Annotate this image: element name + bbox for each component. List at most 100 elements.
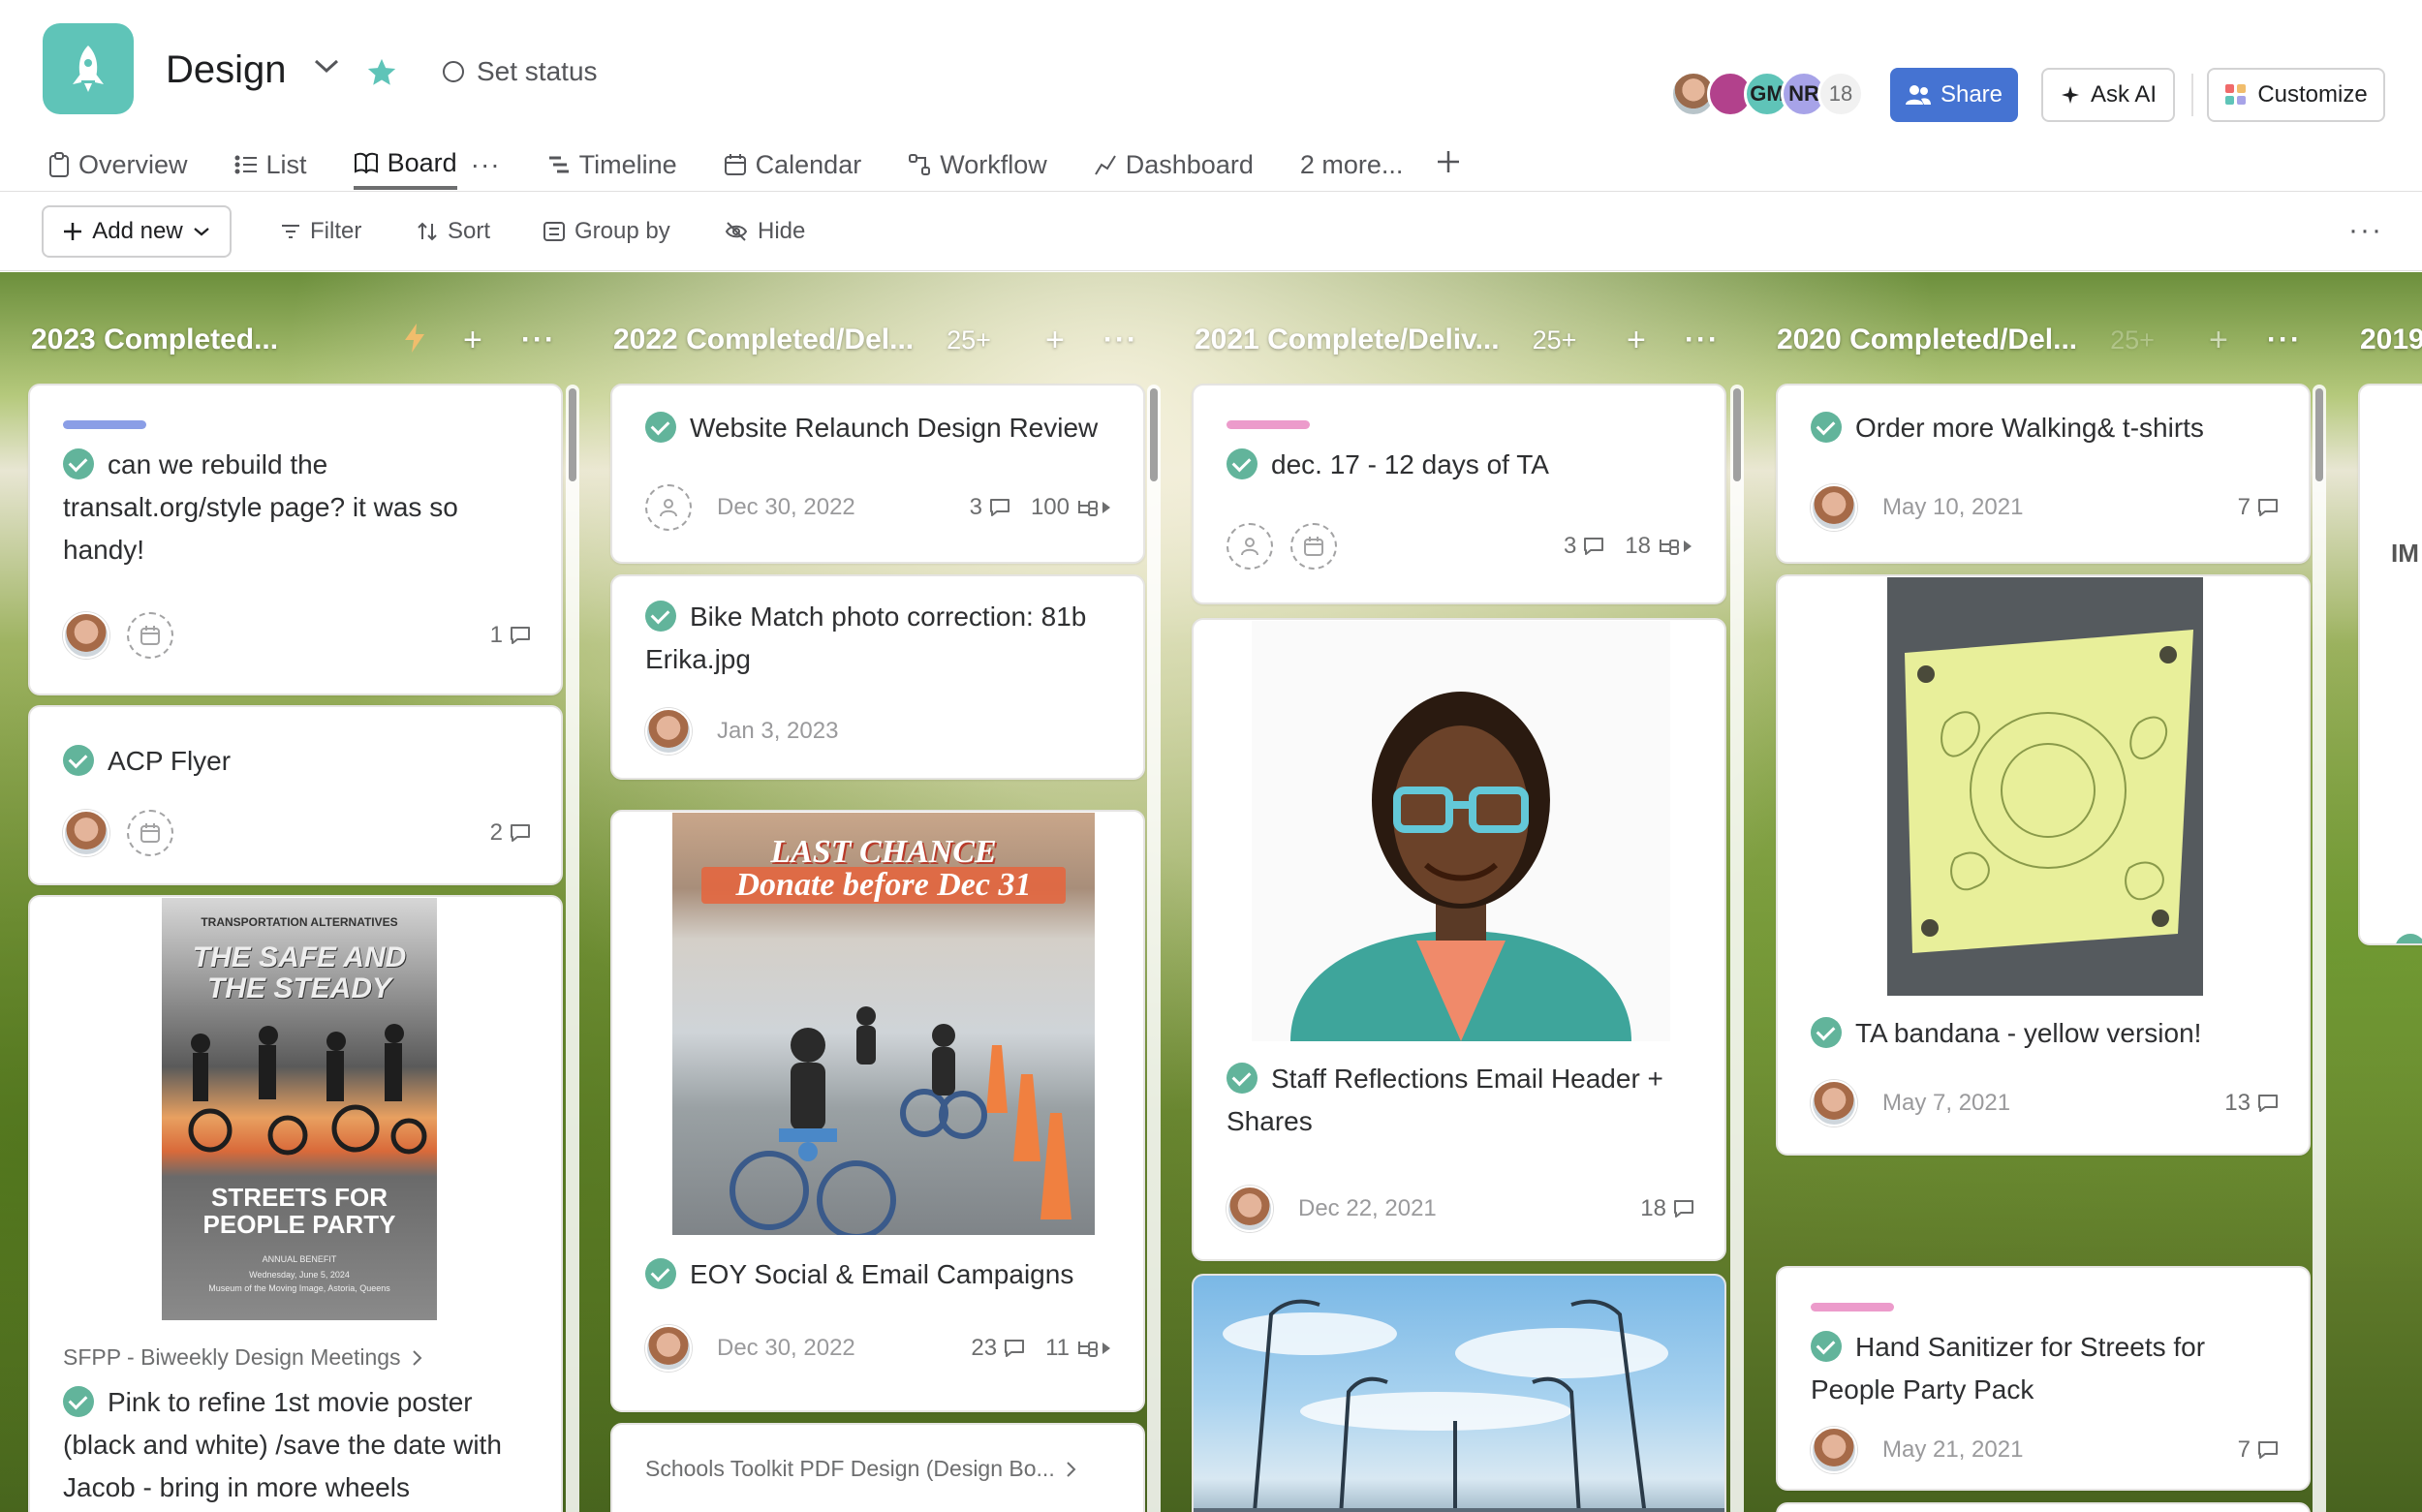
- check-circle-icon[interactable]: [1227, 448, 1258, 479]
- project-title[interactable]: Design: [166, 48, 287, 92]
- comment-count[interactable]: 18: [1640, 1195, 1695, 1222]
- tab-timeline[interactable]: Timeline: [547, 139, 677, 190]
- more-options-button[interactable]: ···: [2348, 214, 2383, 247]
- comment-count[interactable]: 7: [2238, 1436, 2280, 1464]
- add-tab-icon[interactable]: [1436, 149, 1461, 181]
- check-circle-icon[interactable]: [1227, 1063, 1258, 1094]
- assignee-avatar[interactable]: [1811, 1427, 1857, 1473]
- column-scrollbar[interactable]: [1147, 385, 1161, 1512]
- add-task-icon[interactable]: +: [463, 322, 482, 359]
- assignee-avatar[interactable]: [1227, 1186, 1273, 1232]
- column-header[interactable]: 2022 Completed/Del... 25+ + ···: [613, 321, 1156, 359]
- comment-count[interactable]: 1: [490, 622, 532, 649]
- task-title[interactable]: TA bandana - yellow version!: [1811, 1012, 2280, 1055]
- unassigned-person-icon[interactable]: [1227, 523, 1273, 570]
- assignee-avatar[interactable]: [63, 810, 109, 856]
- due-date[interactable]: Jan 3, 2023: [717, 718, 838, 745]
- task-card[interactable]: Schools Toolkit PDF Design (Design Bo...: [610, 1423, 1145, 1512]
- tab-options-button[interactable]: ···: [471, 149, 501, 180]
- column-menu-icon[interactable]: ···: [1103, 324, 1138, 356]
- task-title[interactable]: Hand Sanitizer for Streets for People Pa…: [1811, 1326, 2280, 1411]
- check-circle-icon[interactable]: [645, 412, 676, 443]
- task-title[interactable]: Bike Match photo correction: 81b Erika.j…: [645, 596, 1114, 681]
- task-title[interactable]: dec. 17 - 12 days of TA: [1227, 444, 1695, 486]
- task-title[interactable]: Pink to refine 1st movie poster (black a…: [63, 1381, 532, 1509]
- task-card[interactable]: TA bandana - yellow version! May 7, 2021…: [1776, 574, 2311, 1156]
- filter-button[interactable]: Filter: [281, 218, 361, 245]
- tab-more[interactable]: 2 more...: [1300, 139, 1404, 190]
- task-card[interactable]: LAST CHANCE Donate before Dec 31 EOY Soc…: [610, 810, 1145, 1412]
- ask-ai-button[interactable]: Ask AI: [2041, 68, 2175, 122]
- due-date[interactable]: May 7, 2021: [1882, 1090, 2010, 1117]
- check-circle-icon[interactable]: [645, 1258, 676, 1289]
- member-avatars[interactable]: GM NR 18: [1670, 71, 1864, 117]
- subtask-count[interactable]: 11: [1045, 1335, 1114, 1362]
- comment-count[interactable]: 3: [1564, 533, 1605, 560]
- task-title[interactable]: EOY Social & Email Campaigns: [645, 1253, 1114, 1296]
- member-count[interactable]: 18: [1817, 71, 1864, 117]
- task-title[interactable]: can we rebuild the transalt.org/style pa…: [63, 444, 532, 571]
- task-card[interactable]: ACP Flyer 2: [28, 705, 563, 885]
- comment-count[interactable]: 3: [970, 494, 1011, 521]
- check-circle-icon[interactable]: [645, 601, 676, 632]
- group-by-button[interactable]: Group by: [543, 218, 670, 245]
- comment-count[interactable]: 23: [971, 1335, 1026, 1362]
- task-card[interactable]: Hand Sanitizer for Streets for People Pa…: [1776, 1266, 2311, 1491]
- due-date[interactable]: Dec 22, 2021: [1298, 1195, 1437, 1222]
- tab-workflow[interactable]: Workflow: [908, 139, 1047, 190]
- lightning-icon[interactable]: [403, 323, 426, 361]
- due-date-calendar-icon[interactable]: [1290, 523, 1337, 570]
- customize-button[interactable]: Customize: [2207, 68, 2385, 122]
- rocket-icon[interactable]: [43, 23, 134, 114]
- parent-task-link[interactable]: Schools Toolkit PDF Design (Design Bo...: [645, 1456, 1076, 1482]
- task-card[interactable]: IM: [2358, 384, 2422, 945]
- due-date-calendar-icon[interactable]: [127, 810, 173, 856]
- column-header[interactable]: 2021 Complete/Deliv... 25+ + ···: [1195, 321, 1737, 359]
- check-circle-icon[interactable]: [1811, 1331, 1842, 1362]
- check-circle-icon[interactable]: [63, 745, 94, 776]
- assignee-avatar[interactable]: [645, 708, 692, 755]
- column-menu-icon[interactable]: ···: [2267, 324, 2302, 356]
- due-date[interactable]: Dec 30, 2022: [717, 494, 855, 521]
- hide-button[interactable]: Hide: [725, 218, 805, 245]
- check-circle-icon[interactable]: [2395, 934, 2422, 943]
- sort-button[interactable]: Sort: [417, 218, 490, 245]
- task-card[interactable]: [1776, 1502, 2311, 1512]
- tab-calendar[interactable]: Calendar: [724, 139, 861, 190]
- check-circle-icon[interactable]: [63, 1386, 94, 1417]
- column-header[interactable]: 2019: [2360, 321, 2422, 359]
- task-card[interactable]: can we rebuild the transalt.org/style pa…: [28, 384, 563, 695]
- due-date[interactable]: Dec 30, 2022: [717, 1335, 855, 1362]
- task-title[interactable]: Website Relaunch Design Review: [645, 407, 1114, 449]
- tab-board[interactable]: Board: [353, 139, 457, 190]
- set-status-button[interactable]: Set status: [442, 56, 598, 87]
- column-menu-icon[interactable]: ···: [1685, 324, 1720, 356]
- comment-count[interactable]: 13: [2224, 1090, 2280, 1117]
- tab-dashboard[interactable]: Dashboard: [1094, 139, 1254, 190]
- chevron-down-icon[interactable]: [312, 56, 341, 80]
- column-header[interactable]: 2020 Completed/Del... 25+ + ···: [1777, 321, 2319, 359]
- task-title[interactable]: Staff Reflections Email Header + Shares: [1227, 1058, 1695, 1143]
- assignee-avatar[interactable]: [1811, 484, 1857, 531]
- add-task-icon[interactable]: +: [1045, 322, 1065, 359]
- task-card[interactable]: Website Relaunch Design Review Dec 30, 2…: [610, 384, 1145, 564]
- task-title[interactable]: ACP Flyer: [63, 740, 532, 783]
- check-circle-icon[interactable]: [63, 448, 94, 479]
- check-circle-icon[interactable]: [1811, 1017, 1842, 1048]
- task-card[interactable]: Staff Reflections Email Header + Shares …: [1192, 618, 1726, 1261]
- add-new-button[interactable]: Add new: [42, 205, 232, 258]
- assignee-avatar[interactable]: [645, 1325, 692, 1372]
- subtask-count[interactable]: 100: [1031, 494, 1114, 521]
- comment-count[interactable]: 2: [490, 819, 532, 847]
- task-title[interactable]: Order more Walking& t-shirts: [1811, 407, 2280, 449]
- column-scrollbar[interactable]: [566, 385, 579, 1512]
- column-scrollbar[interactable]: [1730, 385, 1744, 1512]
- task-card[interactable]: TRANSPORTATION ALTERNATIVES THE SAFE AND…: [28, 895, 563, 1512]
- subtask-count[interactable]: 18: [1625, 533, 1695, 560]
- task-card[interactable]: Bike Match photo correction: 81b Erika.j…: [610, 574, 1145, 780]
- add-task-icon[interactable]: +: [2209, 322, 2228, 359]
- column-scrollbar[interactable]: [2313, 385, 2326, 1512]
- unassigned-person-icon[interactable]: [645, 484, 692, 531]
- assignee-avatar[interactable]: [63, 612, 109, 659]
- add-task-icon[interactable]: +: [1627, 322, 1646, 359]
